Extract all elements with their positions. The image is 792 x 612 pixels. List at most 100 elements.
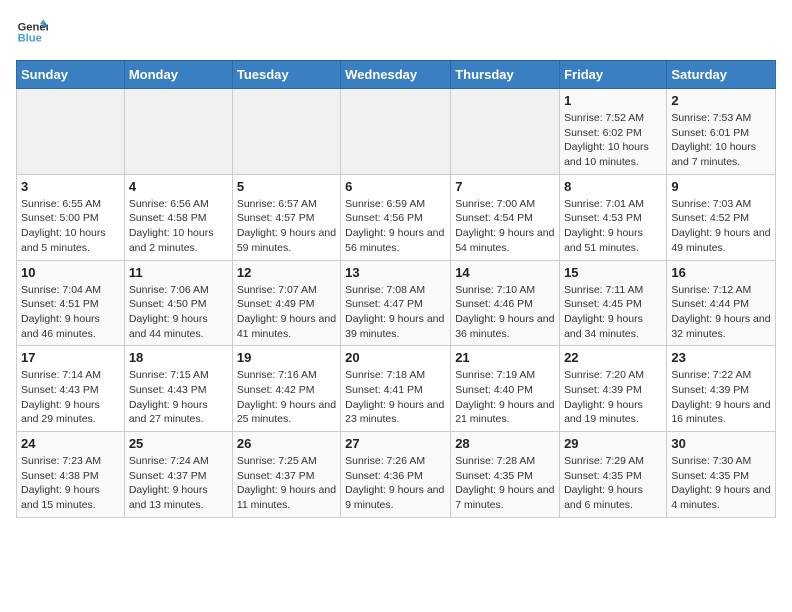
day-number: 21	[455, 350, 555, 365]
weekday-header-sunday: Sunday	[17, 61, 125, 89]
calendar-cell: 14Sunrise: 7:10 AM Sunset: 4:46 PM Dayli…	[451, 260, 560, 346]
calendar-cell: 5Sunrise: 6:57 AM Sunset: 4:57 PM Daylig…	[232, 174, 340, 260]
day-number: 28	[455, 436, 555, 451]
calendar-cell: 13 Sunrise: 7:08 AM Sunset: 4:47 PM Dayli…	[341, 260, 451, 346]
weekday-header-row: SundayMondayTuesdayWednesdayThursdayFrid…	[17, 61, 776, 89]
day-number: 22	[564, 350, 662, 365]
day-info: Sunrise: 7:22 AM Sunset: 4:39 PM Dayligh…	[671, 368, 771, 427]
day-info: Sunrise: 6:56 AM Sunset: 4:58 PM Dayligh…	[129, 197, 228, 256]
calendar-cell: 18 Sunrise: 7:15 AM Sunset: 4:43 PM Dayli…	[124, 346, 232, 432]
calendar-cell: 20 Sunrise: 7:18 AM Sunset: 4:41 PM Dayli…	[341, 346, 451, 432]
day-number: 23	[671, 350, 771, 365]
calendar-cell: 7 Sunrise: 7:00 AM Sunset: 4:54 PM Daylig…	[451, 174, 560, 260]
day-info: Sunrise: 7:52 AM Sunset: 6:02 PM Dayligh…	[564, 111, 662, 170]
calendar-cell: 28 Sunrise: 7:28 AM Sunset: 4:35 PM Dayli…	[451, 432, 560, 518]
day-info: Sunrise: 7:53 AM Sunset: 6:01 PM Dayligh…	[671, 111, 771, 170]
calendar-cell: 12 Sunrise: 7:07 AM Sunset: 4:49 PM Dayli…	[232, 260, 340, 346]
day-number: 2	[671, 93, 771, 108]
day-number: 17	[21, 350, 120, 365]
weekday-header-friday: Friday	[560, 61, 667, 89]
day-number: 18	[129, 350, 228, 365]
day-info: Sunrise: 7:00 AM Sunset: 4:54 PM Dayligh…	[455, 197, 555, 256]
day-number: 30	[671, 436, 771, 451]
day-number: 26	[237, 436, 336, 451]
calendar-week-row: 10 Sunrise: 7:04 AM Sunset: 4:51 PM Dayli…	[17, 260, 776, 346]
day-info: Sunrise: 6:59 AM Sunset: 4:56 PM Dayligh…	[345, 197, 446, 256]
day-info: Sunrise: 7:16 AM Sunset: 4:42 PM Dayligh…	[237, 368, 336, 427]
day-number: 19	[237, 350, 336, 365]
day-info: Sunrise: 7:03 AM Sunset: 4:52 PM Dayligh…	[671, 197, 771, 256]
weekday-header-thursday: Thursday	[451, 61, 560, 89]
day-info: Sunrise: 7:01 AM Sunset: 4:53 PM Dayligh…	[564, 197, 662, 256]
day-info: Sunrise: 7:18 AM Sunset: 4:41 PM Dayligh…	[345, 368, 446, 427]
day-number: 1	[564, 93, 662, 108]
calendar-week-row: 24Sunrise: 7:23 AM Sunset: 4:38 PM Dayli…	[17, 432, 776, 518]
day-info: Sunrise: 7:14 AM Sunset: 4:43 PM Dayligh…	[21, 368, 120, 427]
day-info: Sunrise: 7:28 AM Sunset: 4:35 PM Dayligh…	[455, 454, 555, 513]
day-number: 27	[345, 436, 446, 451]
day-info: Sunrise: 7:30 AM Sunset: 4:35 PM Dayligh…	[671, 454, 771, 513]
weekday-header-tuesday: Tuesday	[232, 61, 340, 89]
calendar-cell: 30 Sunrise: 7:30 AM Sunset: 4:35 PM Dayli…	[667, 432, 776, 518]
calendar-cell: 26 Sunrise: 7:25 AM Sunset: 4:37 PM Dayli…	[232, 432, 340, 518]
calendar-cell: 10 Sunrise: 7:04 AM Sunset: 4:51 PM Dayli…	[17, 260, 125, 346]
day-info: Sunrise: 7:04 AM Sunset: 4:51 PM Dayligh…	[21, 283, 120, 342]
calendar-cell: 3Sunrise: 6:55 AM Sunset: 5:00 PM Daylig…	[17, 174, 125, 260]
day-info: Sunrise: 7:08 AM Sunset: 4:47 PM Dayligh…	[345, 283, 446, 342]
calendar-cell: 17 Sunrise: 7:14 AM Sunset: 4:43 PM Dayli…	[17, 346, 125, 432]
day-info: Sunrise: 7:06 AM Sunset: 4:50 PM Dayligh…	[129, 283, 228, 342]
calendar-week-row: 3Sunrise: 6:55 AM Sunset: 5:00 PM Daylig…	[17, 174, 776, 260]
calendar-cell: 15Sunrise: 7:11 AM Sunset: 4:45 PM Dayli…	[560, 260, 667, 346]
calendar-cell: 21 Sunrise: 7:19 AM Sunset: 4:40 PM Dayli…	[451, 346, 560, 432]
day-number: 12	[237, 265, 336, 280]
day-number: 16	[671, 265, 771, 280]
day-number: 13	[345, 265, 446, 280]
day-number: 7	[455, 179, 555, 194]
day-number: 4	[129, 179, 228, 194]
day-info: Sunrise: 6:57 AM Sunset: 4:57 PM Dayligh…	[237, 197, 336, 256]
day-number: 3	[21, 179, 120, 194]
calendar-cell: 8 Sunrise: 7:01 AM Sunset: 4:53 PM Daylig…	[560, 174, 667, 260]
calendar-cell: 22 Sunrise: 7:20 AM Sunset: 4:39 PM Dayli…	[560, 346, 667, 432]
svg-text:Blue: Blue	[18, 33, 42, 45]
calendar-cell: 2 Sunrise: 7:53 AM Sunset: 6:01 PM Daylig…	[667, 89, 776, 175]
day-number: 29	[564, 436, 662, 451]
weekday-header-wednesday: Wednesday	[341, 61, 451, 89]
day-number: 8	[564, 179, 662, 194]
day-info: Sunrise: 7:15 AM Sunset: 4:43 PM Dayligh…	[129, 368, 228, 427]
calendar-cell: 24Sunrise: 7:23 AM Sunset: 4:38 PM Dayli…	[17, 432, 125, 518]
day-info: Sunrise: 7:24 AM Sunset: 4:37 PM Dayligh…	[129, 454, 228, 513]
calendar-cell: 11Sunrise: 7:06 AM Sunset: 4:50 PM Dayli…	[124, 260, 232, 346]
day-info: Sunrise: 7:26 AM Sunset: 4:36 PM Dayligh…	[345, 454, 446, 513]
day-info: Sunrise: 7:19 AM Sunset: 4:40 PM Dayligh…	[455, 368, 555, 427]
calendar-cell	[124, 89, 232, 175]
day-number: 9	[671, 179, 771, 194]
page-header: General Blue	[16, 16, 776, 48]
day-info: Sunrise: 7:23 AM Sunset: 4:38 PM Dayligh…	[21, 454, 120, 513]
logo: General Blue	[16, 16, 48, 48]
calendar-week-row: 17 Sunrise: 7:14 AM Sunset: 4:43 PM Dayli…	[17, 346, 776, 432]
day-info: Sunrise: 7:25 AM Sunset: 4:37 PM Dayligh…	[237, 454, 336, 513]
calendar-cell: 1 Sunrise: 7:52 AM Sunset: 6:02 PM Daylig…	[560, 89, 667, 175]
day-number: 20	[345, 350, 446, 365]
day-info: Sunrise: 7:29 AM Sunset: 4:35 PM Dayligh…	[564, 454, 662, 513]
day-number: 14	[455, 265, 555, 280]
calendar-table: SundayMondayTuesdayWednesdayThursdayFrid…	[16, 60, 776, 518]
day-number: 10	[21, 265, 120, 280]
weekday-header-monday: Monday	[124, 61, 232, 89]
day-info: Sunrise: 7:20 AM Sunset: 4:39 PM Dayligh…	[564, 368, 662, 427]
calendar-week-row: 1 Sunrise: 7:52 AM Sunset: 6:02 PM Daylig…	[17, 89, 776, 175]
calendar-cell: 16Sunrise: 7:12 AM Sunset: 4:44 PM Dayli…	[667, 260, 776, 346]
day-number: 15	[564, 265, 662, 280]
calendar-cell: 25 Sunrise: 7:24 AM Sunset: 4:37 PM Dayli…	[124, 432, 232, 518]
calendar-cell	[17, 89, 125, 175]
calendar-cell	[341, 89, 451, 175]
day-info: Sunrise: 7:07 AM Sunset: 4:49 PM Dayligh…	[237, 283, 336, 342]
calendar-cell: 9 Sunrise: 7:03 AM Sunset: 4:52 PM Daylig…	[667, 174, 776, 260]
calendar-cell: 4 Sunrise: 6:56 AM Sunset: 4:58 PM Daylig…	[124, 174, 232, 260]
calendar-cell: 27 Sunrise: 7:26 AM Sunset: 4:36 PM Dayli…	[341, 432, 451, 518]
calendar-cell: 29 Sunrise: 7:29 AM Sunset: 4:35 PM Dayli…	[560, 432, 667, 518]
day-number: 25	[129, 436, 228, 451]
weekday-header-saturday: Saturday	[667, 61, 776, 89]
logo-icon: General Blue	[16, 16, 48, 48]
